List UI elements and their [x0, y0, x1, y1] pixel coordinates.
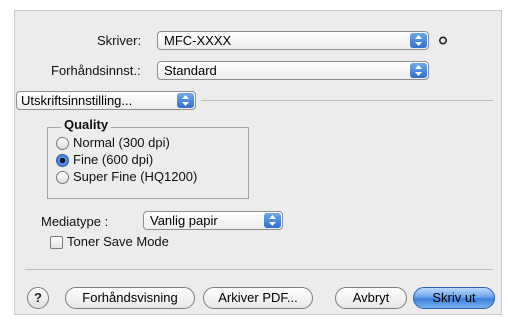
help-button[interactable]: ? [27, 287, 49, 309]
up-down-arrows-icon [410, 33, 427, 48]
bottom-separator [25, 269, 493, 270]
up-down-arrows-icon [177, 93, 194, 108]
printer-value: MFC-XXXX [164, 33, 232, 48]
radio-normal-label: Normal (300 dpi) [73, 135, 170, 150]
mediatype-value: Vanlig papir [150, 213, 218, 228]
radio-normal[interactable] [56, 137, 69, 150]
print-dialog: Skriver: MFC-XXXX Forhåndsinnst.: Standa… [14, 10, 502, 315]
toner-save-checkbox[interactable] [50, 236, 63, 249]
lock-icon [439, 36, 447, 45]
panel-popup[interactable]: Utskriftsinnstilling... [16, 91, 196, 110]
presets-value: Standard [164, 63, 217, 78]
up-down-arrows-icon [264, 213, 281, 228]
printer-label: Skriver: [97, 33, 142, 48]
up-down-arrows-icon [410, 63, 427, 78]
presets-popup[interactable]: Standard [157, 61, 429, 80]
toner-save-label: Toner Save Mode [67, 234, 169, 249]
radio-super-fine-label: Super Fine (HQ1200) [73, 169, 198, 184]
radio-fine-label: Fine (600 dpi) [73, 152, 154, 167]
presets-label: Forhåndsinnst.: [51, 63, 141, 78]
mediatype-label: Mediatype : [41, 214, 109, 229]
save-pdf-button[interactable]: Arkiver PDF... [203, 287, 313, 309]
preview-button[interactable]: Forhåndsvisning [65, 287, 195, 309]
radio-super-fine[interactable] [56, 171, 69, 184]
mediatype-popup[interactable]: Vanlig papir [143, 211, 283, 230]
print-button[interactable]: Skriv ut [413, 287, 495, 309]
quality-title: Quality [61, 117, 112, 132]
panel-separator [201, 100, 493, 101]
cancel-button[interactable]: Avbryt [335, 287, 407, 309]
panel-value: Utskriftsinnstilling... [21, 93, 133, 108]
printer-popup[interactable]: MFC-XXXX [157, 31, 429, 50]
radio-fine[interactable] [56, 154, 69, 167]
